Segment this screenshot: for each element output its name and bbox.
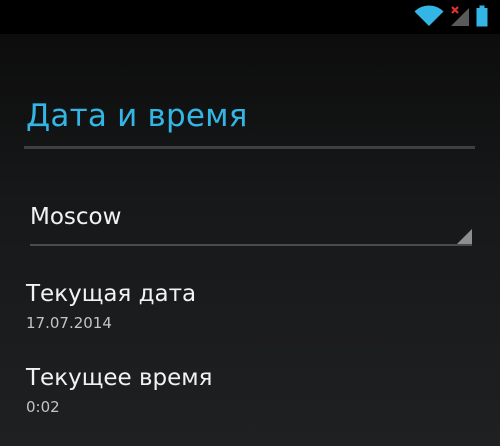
current-time-preference[interactable]: Текущее время 0:02 xyxy=(26,364,466,416)
date-time-settings-screen: Дата и время Moscow Текущая дата 17.07.2… xyxy=(0,0,500,446)
timezone-spinner[interactable]: Moscow xyxy=(30,190,472,246)
battery-icon xyxy=(476,5,488,31)
title-divider xyxy=(24,146,475,149)
current-time-value: 0:02 xyxy=(26,398,60,416)
status-icons xyxy=(414,5,488,31)
spinner-underline xyxy=(30,244,472,246)
spinner-caret-icon xyxy=(457,229,472,244)
signal-no-service-icon xyxy=(450,5,470,31)
current-date-preference[interactable]: Текущая дата 17.07.2014 xyxy=(26,280,466,332)
current-date-label: Текущая дата xyxy=(26,281,197,307)
page-title: Дата и время xyxy=(26,98,248,134)
status-bar xyxy=(0,0,500,34)
current-time-label: Текущее время xyxy=(26,365,213,391)
wifi-icon xyxy=(414,5,444,31)
current-date-value: 17.07.2014 xyxy=(26,314,112,332)
timezone-selected-value: Moscow xyxy=(30,204,122,230)
